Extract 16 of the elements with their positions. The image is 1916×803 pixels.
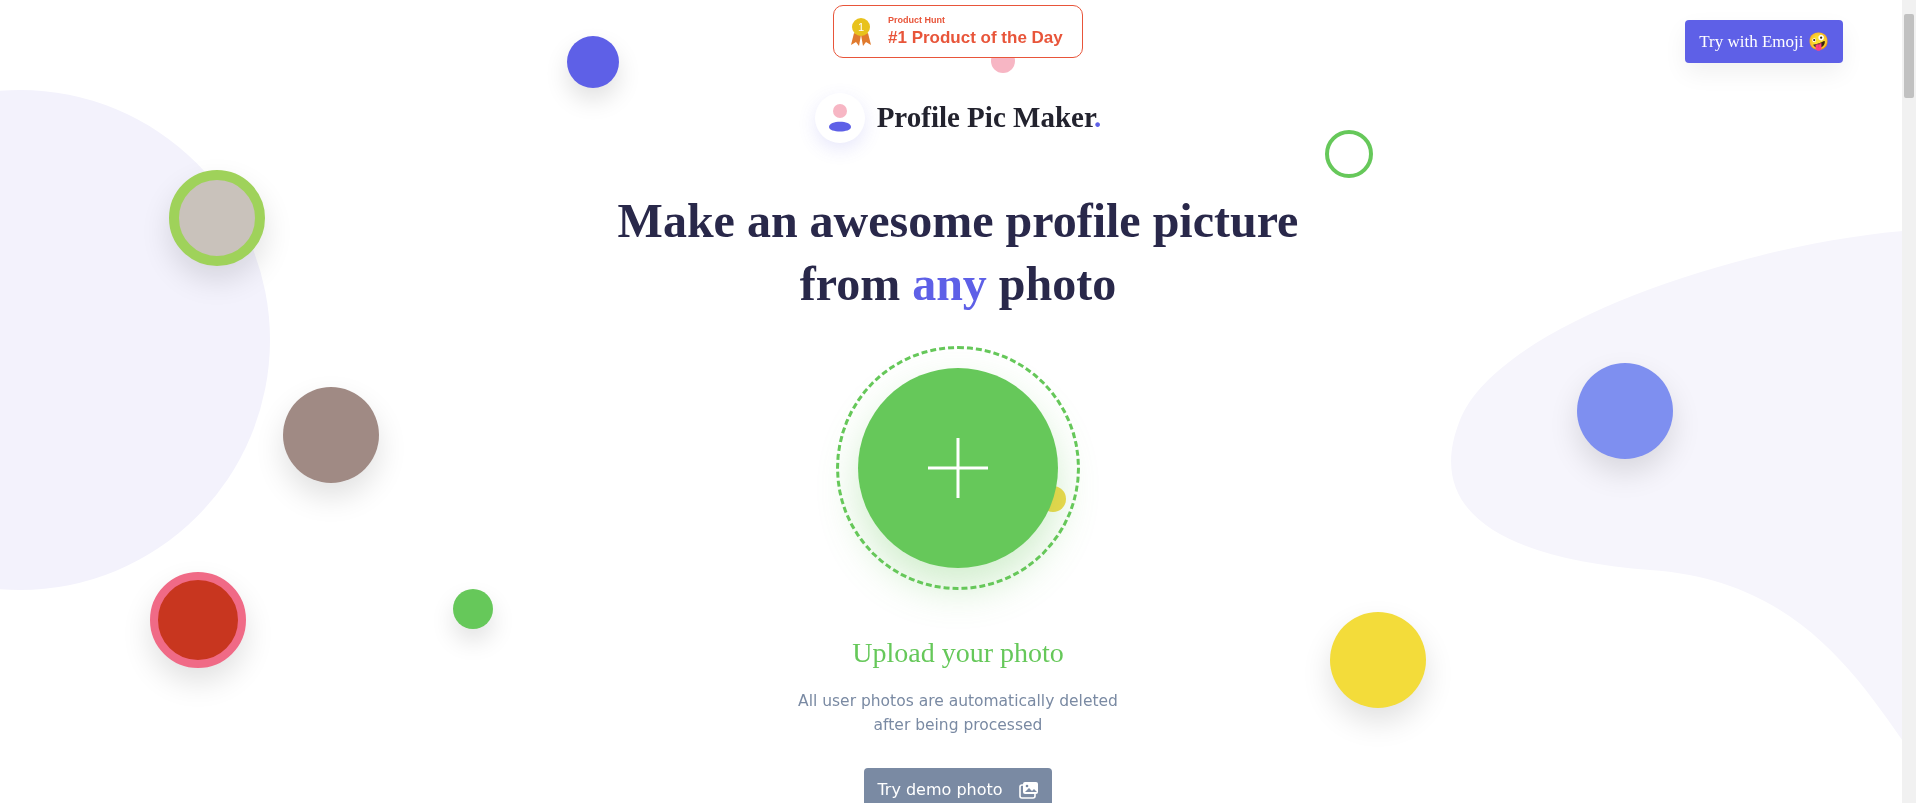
emoji-button[interactable]: Try with Emoji 🤪 <box>1685 20 1843 63</box>
privacy-note: All user photos are automatically deleted after being processed <box>797 691 1119 736</box>
headline: Make an awesome profile picture from any photo <box>617 193 1299 312</box>
user-icon <box>827 103 852 133</box>
decor-dot <box>453 589 493 629</box>
decor-dot <box>567 36 619 88</box>
brand-name: Profile Pic Maker. <box>876 100 1102 136</box>
demo-photo-button[interactable]: Try demo photo <box>864 768 1052 803</box>
product-hunt-badge[interactable]: 1 Product Hunt #1 Product of the Day <box>833 5 1083 58</box>
plus-icon <box>927 437 989 499</box>
decor-ring <box>1325 130 1373 178</box>
badge-title: #1 Product of the Day <box>888 28 1063 48</box>
image-icon <box>1018 781 1039 799</box>
badge-eyebrow: Product Hunt <box>888 15 946 25</box>
scrollbar-thumb[interactable] <box>1904 14 1914 98</box>
upload-label[interactable]: Upload your photo <box>852 635 1064 671</box>
